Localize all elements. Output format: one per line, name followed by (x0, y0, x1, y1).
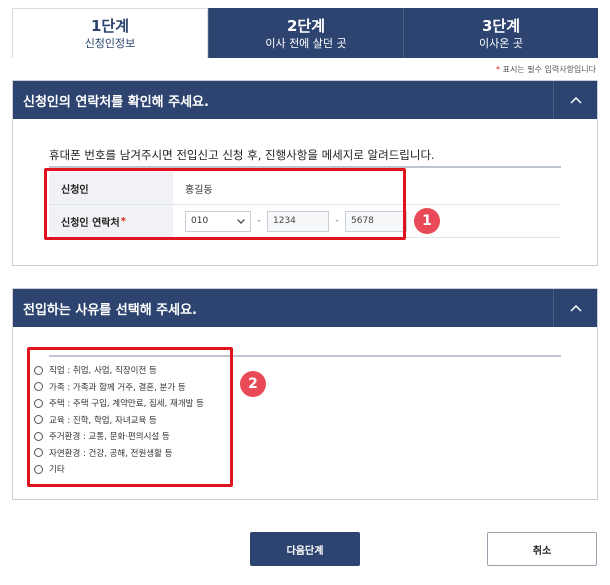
collapse-button[interactable] (553, 289, 597, 327)
step-number: 3단계 (481, 16, 521, 35)
step-number: 2단계 (286, 16, 326, 35)
reason-section-header: 전입하는 사유를 선택해 주세요. (13, 289, 597, 327)
cancel-button[interactable]: 취소 (487, 532, 597, 566)
tab-step-3[interactable]: 3단계 이사온 곳 (403, 8, 598, 58)
step-label: 이사온 곳 (479, 36, 523, 50)
collapse-button[interactable] (553, 81, 597, 119)
step-label: 신청인정보 (84, 37, 136, 50)
required-note-text: 표시는 필수 입력사항입니다 (500, 65, 596, 74)
section-title: 신청인의 연락처를 확인해 주세요. (23, 94, 209, 110)
step-number: 1단계 (90, 17, 130, 35)
chevron-up-icon (569, 96, 582, 104)
required-note: * 표시는 필수 입력사항입니다 (496, 64, 596, 75)
tab-step-1[interactable]: 1단계 신청인정보 (12, 8, 208, 58)
section-title: 전입하는 사유를 선택해 주세요. (23, 302, 197, 318)
highlight-box-contact (44, 168, 406, 240)
chevron-up-icon (569, 304, 582, 312)
step-badge-one: 1 (414, 208, 440, 234)
step-label: 이사 전에 살던 곳 (265, 36, 347, 50)
step-badge-two: 2 (240, 371, 266, 397)
step-tabs: 1단계 신청인정보 2단계 이사 전에 살던 곳 3단계 이사온 곳 (12, 8, 598, 58)
next-step-button[interactable]: 다음단계 (250, 532, 360, 566)
highlight-box-reason (27, 347, 233, 487)
tab-step-2[interactable]: 2단계 이사 전에 살던 곳 (208, 8, 403, 58)
contact-section-header: 신청인의 연락처를 확인해 주세요. (13, 81, 597, 119)
section-description: 휴대폰 번호를 남겨주시면 전입신고 신청 후, 진행사항을 메세지로 알려드립… (49, 148, 435, 162)
